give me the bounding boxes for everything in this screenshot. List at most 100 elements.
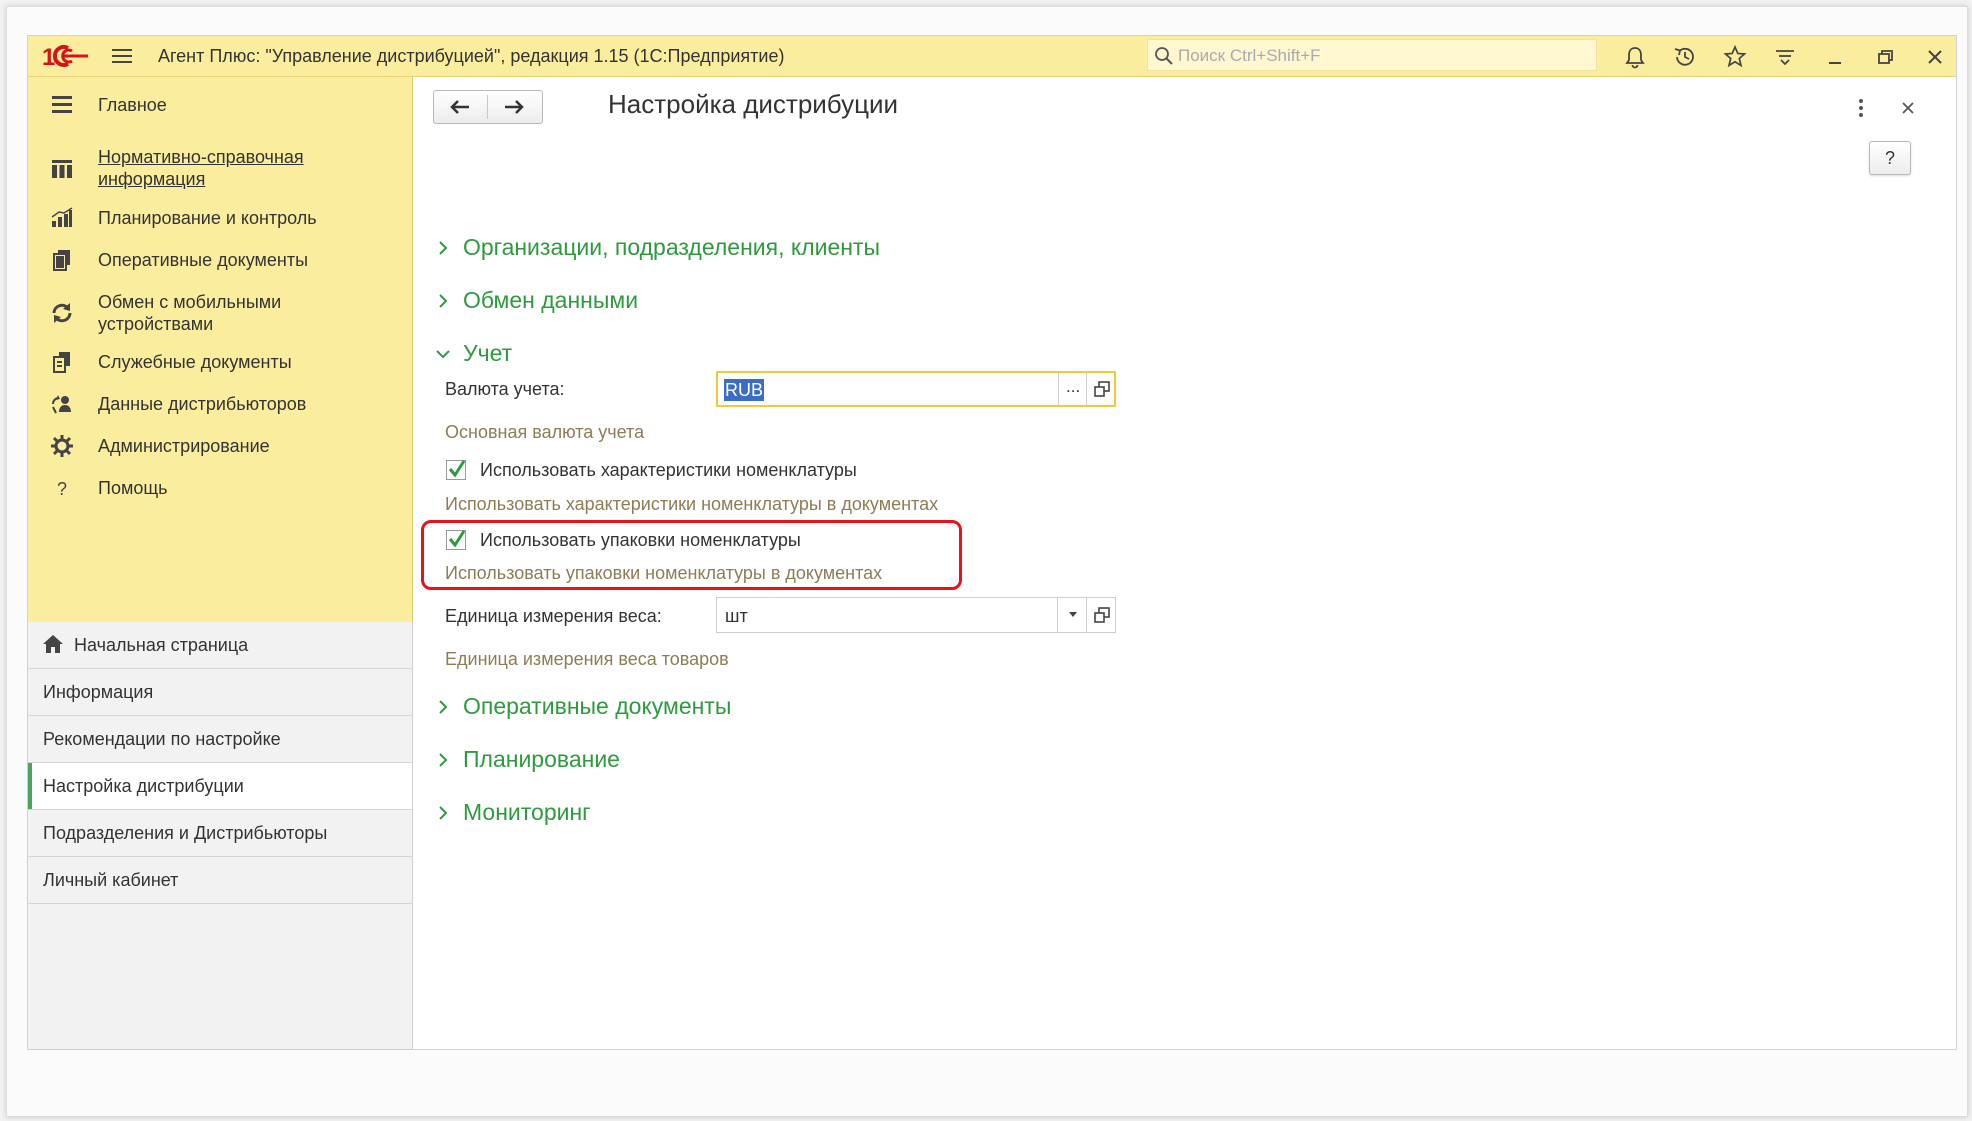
open-window-divisions-distributors[interactable]: Подразделения и Дистрибьюторы	[28, 810, 412, 857]
close-window-icon[interactable]	[1922, 44, 1948, 70]
section-label: Обмен с мобильными устройствами	[98, 292, 282, 334]
section-label: Планирование и контроль	[98, 208, 317, 228]
open-window-label: Подразделения и Дистрибьюторы	[43, 823, 328, 843]
screenshot-frame: 1 Агент Плюс: "Управление дистрибуцией",…	[6, 6, 1968, 1117]
section-distributor-data[interactable]: Данные дистрибьюторов	[28, 389, 412, 419]
sections-panel: Главное Нормативно-справочная информация…	[28, 77, 413, 622]
select-button-label: ...	[1066, 377, 1081, 396]
section-planning-control[interactable]: Планирование и контроль	[28, 203, 412, 233]
checkmark-icon	[448, 460, 466, 478]
open-window-label: Информация	[43, 682, 154, 702]
history-icon[interactable]	[1672, 44, 1698, 70]
group-label: Обмен данными	[463, 287, 639, 313]
open-window-recommendations[interactable]: Рекомендации по настройке	[28, 716, 412, 763]
open-icon	[1094, 381, 1110, 397]
svg-text:?: ?	[57, 479, 67, 499]
open-window-info[interactable]: Информация	[28, 669, 412, 716]
chevron-right-icon	[439, 806, 448, 820]
open-window-personal-account[interactable]: Личный кабинет	[28, 857, 412, 904]
chevron-right-icon	[439, 294, 448, 308]
currency-field[interactable]: RUB ...	[716, 371, 1116, 407]
app-window: 1 Агент Плюс: "Управление дистрибуцией",…	[27, 35, 1957, 1050]
open-window-label: Начальная страница	[74, 635, 249, 655]
gear-icon	[51, 435, 73, 457]
chevron-right-icon	[439, 753, 448, 767]
weight-unit-label: Единица измерения веса:	[445, 606, 662, 626]
distributor-data-icon	[51, 395, 71, 414]
arrow-right-icon	[505, 100, 524, 114]
section-service-docs[interactable]: Служебные документы	[28, 347, 412, 377]
global-search[interactable]	[1147, 39, 1597, 71]
chevron-right-icon	[439, 241, 448, 255]
search-input[interactable]	[1176, 42, 1590, 70]
star-icon[interactable]	[1722, 44, 1748, 70]
group-label: Планирование	[463, 746, 620, 772]
open-window-label: Рекомендации по настройке	[43, 729, 281, 749]
home-icon	[43, 635, 63, 653]
currency-label: Валюта учета:	[445, 379, 565, 399]
open-window-home[interactable]: Начальная страница	[28, 622, 412, 669]
characteristics-hint: Использовать характеристики номенклатуры…	[445, 494, 939, 514]
currency-select-button[interactable]: ...	[1058, 373, 1089, 405]
characteristics-label[interactable]: Использовать характеристики номенклатуры	[480, 460, 857, 481]
section-reference-info[interactable]: Нормативно-справочная информация	[28, 143, 412, 193]
section-operational-docs[interactable]: Оперативные документы	[28, 245, 412, 275]
main-menu-button[interactable]	[110, 45, 134, 67]
section-label: Администрирование	[98, 436, 270, 456]
open-windows-panel: Начальная страница Информация Рекомендац…	[28, 622, 413, 1049]
arrow-left-icon	[450, 100, 469, 114]
form-area: Настройка дистрибуции ? Организации, под…	[413, 77, 1956, 1049]
sync-icon	[52, 303, 72, 323]
section-mobile-exchange[interactable]: Обмен с мобильными устройствами	[28, 287, 412, 337]
back-button[interactable]	[434, 91, 487, 123]
more-actions-icon[interactable]	[1853, 96, 1869, 120]
section-administration[interactable]: Администрирование	[28, 431, 412, 461]
chevron-down-icon	[436, 350, 450, 359]
forward-button[interactable]	[488, 91, 541, 123]
page-title: Настройка дистрибуции	[608, 89, 899, 119]
documents-icon	[53, 250, 70, 271]
1c-logo: 1	[42, 44, 88, 70]
highlight-annotation	[421, 520, 962, 590]
section-label: Оперативные документы	[98, 250, 309, 270]
open-window-distribution-settings[interactable]: Настройка дистрибуции	[28, 763, 412, 810]
section-label: Нормативно-справочная информация	[98, 147, 304, 189]
weight-unit-input[interactable]	[723, 602, 1057, 630]
app-title: Агент Плюс: "Управление дистрибуцией", р…	[158, 46, 785, 66]
chevron-right-icon	[439, 700, 448, 714]
weight-unit-field[interactable]	[716, 597, 1116, 633]
open-window-label: Настройка дистрибуции	[43, 776, 244, 796]
question-icon: ?	[57, 479, 67, 499]
group-label: Мониторинг	[463, 799, 591, 825]
minimize-icon[interactable]	[1822, 44, 1848, 70]
help-button[interactable]: ?	[1869, 141, 1911, 175]
open-icon	[1094, 607, 1110, 623]
filter-menu-icon[interactable]	[1772, 44, 1798, 70]
list-icon	[52, 96, 72, 113]
currency-selected-text: RUB	[724, 379, 765, 401]
group-label: Учет	[463, 340, 513, 366]
weight-unit-dropdown-button[interactable]	[1057, 598, 1088, 632]
group-label: Оперативные документы	[463, 693, 732, 719]
section-label: Главное	[98, 95, 167, 115]
section-help[interactable]: ? Помощь	[28, 473, 412, 503]
search-icon	[1155, 47, 1173, 65]
currency-open-button[interactable]	[1086, 373, 1117, 405]
group-label: Организации, подразделения, клиенты	[463, 234, 881, 260]
weight-unit-hint: Единица измерения веса товаров	[445, 649, 729, 669]
service-docs-icon	[53, 352, 70, 373]
dropdown-arrow-icon	[1069, 612, 1077, 617]
navigation-buttons	[433, 90, 543, 124]
restore-icon[interactable]	[1872, 44, 1898, 70]
reference-grid-icon	[52, 160, 72, 178]
section-main[interactable]: Главное	[28, 91, 412, 121]
currency-hint: Основная валюта учета	[445, 422, 645, 442]
characteristics-checkbox[interactable]	[446, 460, 466, 480]
close-form-icon[interactable]	[1898, 98, 1918, 118]
section-label: Помощь	[98, 478, 168, 498]
section-label: Служебные документы	[98, 352, 292, 372]
currency-input[interactable]	[722, 376, 1064, 404]
bell-icon[interactable]	[1622, 44, 1648, 70]
weight-unit-open-button[interactable]	[1086, 598, 1117, 632]
title-bar: 1 Агент Плюс: "Управление дистрибуцией",…	[28, 36, 1956, 77]
